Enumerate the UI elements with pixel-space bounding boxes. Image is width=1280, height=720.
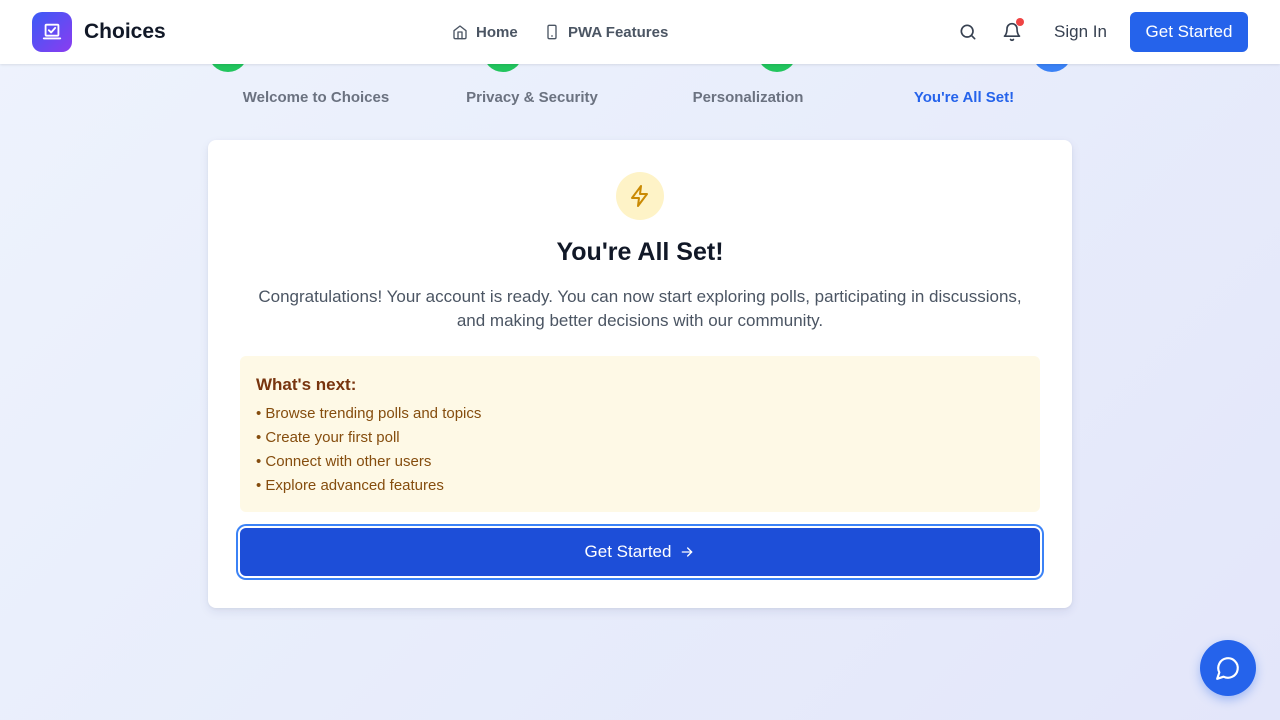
list-item: • Connect with other users	[256, 453, 432, 470]
nav-home-label: Home	[476, 23, 518, 41]
chat-bubble-icon	[1216, 657, 1239, 680]
app-logo[interactable]	[32, 12, 72, 52]
home-icon	[453, 25, 467, 40]
list-item: • Explore advanced features	[256, 477, 444, 494]
smartphone-icon	[547, 24, 557, 40]
nav-pwa-features-label: PWA Features	[568, 23, 669, 41]
step-2-label: Privacy & Security	[466, 89, 598, 106]
search-button[interactable]	[956, 20, 980, 44]
lightning-icon	[631, 185, 648, 207]
list-item: • Create your first poll	[256, 429, 400, 446]
whats-next-list: • Browse trending polls and topics • Cre…	[256, 402, 481, 498]
lightning-badge	[616, 172, 664, 220]
step-4-label: You're All Set!	[913, 89, 1015, 106]
whats-next-panel: What's next: • Browse trending polls and…	[240, 356, 1040, 512]
get-started-button[interactable]: Get Started	[240, 528, 1040, 576]
check-square-icon	[42, 23, 62, 40]
header-get-started-button[interactable]: Get Started	[1130, 12, 1248, 52]
notifications-button[interactable]	[1000, 18, 1024, 44]
chat-button[interactable]	[1200, 640, 1256, 696]
nav-pwa-features-link[interactable]: PWA Features	[544, 22, 668, 42]
step-3-label: Personalization	[692, 89, 804, 106]
nav-home-link[interactable]: Home	[452, 22, 518, 42]
whats-next-title: What's next:	[256, 375, 357, 394]
card-description: Congratulations! Your account is ready. …	[258, 287, 1022, 330]
sign-in-link[interactable]: Sign In	[1054, 22, 1107, 42]
brand-name[interactable]: Choices	[84, 20, 166, 44]
top-navbar: Choices Home PWA Features Sign In Get St…	[0, 0, 1280, 64]
search-icon	[960, 24, 976, 40]
arrow-right-icon	[682, 547, 693, 557]
card-title: You're All Set!	[556, 238, 724, 266]
step-1-label: Welcome to Choices	[242, 89, 390, 106]
list-item: • Browse trending polls and topics	[256, 405, 482, 422]
notification-badge	[1016, 18, 1024, 26]
completion-card: You're All Set! Congratulations! Your ac…	[208, 140, 1072, 608]
get-started-label: Get Started	[584, 542, 672, 561]
